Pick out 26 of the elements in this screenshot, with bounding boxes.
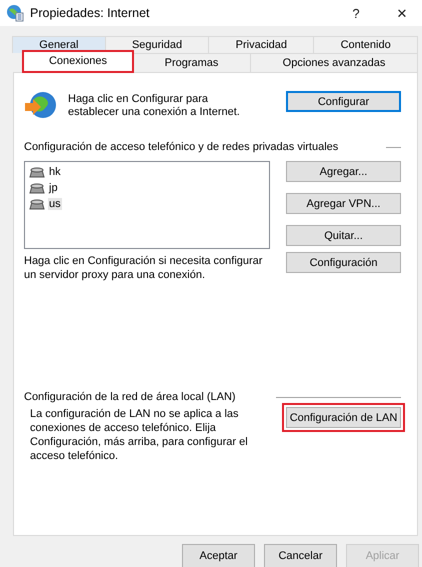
- dialup-button[interactable]: Quitar...: [286, 225, 401, 246]
- tab[interactable]: Conexiones: [23, 51, 133, 72]
- dialog-button[interactable]: Cancelar: [264, 544, 337, 567]
- globe-arrow-icon: [24, 91, 58, 121]
- setup-description: Haga clic en Configurar para establecer una conexión a Internet.: [68, 93, 241, 119]
- connection-list[interactable]: hk jp us: [24, 161, 270, 249]
- help-button[interactable]: ?: [336, 6, 376, 20]
- proxy-description: Haga clic en Configuración si necesita configurar un servidor proxy para una conexión.: [24, 254, 264, 282]
- settings-button[interactable]: Configuración: [286, 252, 401, 273]
- section-heading: Configuración de acceso telefónico y de redes privadas virtuales: [24, 141, 338, 153]
- lan-description: La configuración de LAN no se aplica a las conexiones de acceso telefónico. Elija Configuración, más arriba, para configurar el acceso telefónico.: [30, 407, 249, 463]
- tab[interactable]: Contenido: [313, 36, 418, 53]
- lan-settings-button[interactable]: Configuración de LAN: [286, 407, 401, 428]
- tab[interactable]: Opciones avanzadas: [250, 53, 418, 72]
- section-heading: Configuración de la red de área local (LAN): [24, 391, 236, 403]
- connection-item[interactable]: hk: [48, 166, 62, 178]
- configure-button[interactable]: Configurar: [286, 91, 401, 112]
- internet-globe-icon: [6, 4, 24, 22]
- dialup-button[interactable]: Agregar VPN...: [286, 193, 401, 214]
- connection-item[interactable]: jp: [48, 182, 59, 194]
- window-title: Propiedades: Internet: [30, 6, 151, 20]
- dialup-button[interactable]: Agregar...: [286, 161, 401, 182]
- connection-item[interactable]: us: [48, 198, 62, 210]
- tab[interactable]: Seguridad: [104, 36, 210, 53]
- dialog-button[interactable]: Aceptar: [182, 544, 255, 567]
- close-button[interactable]: ✕: [382, 6, 422, 20]
